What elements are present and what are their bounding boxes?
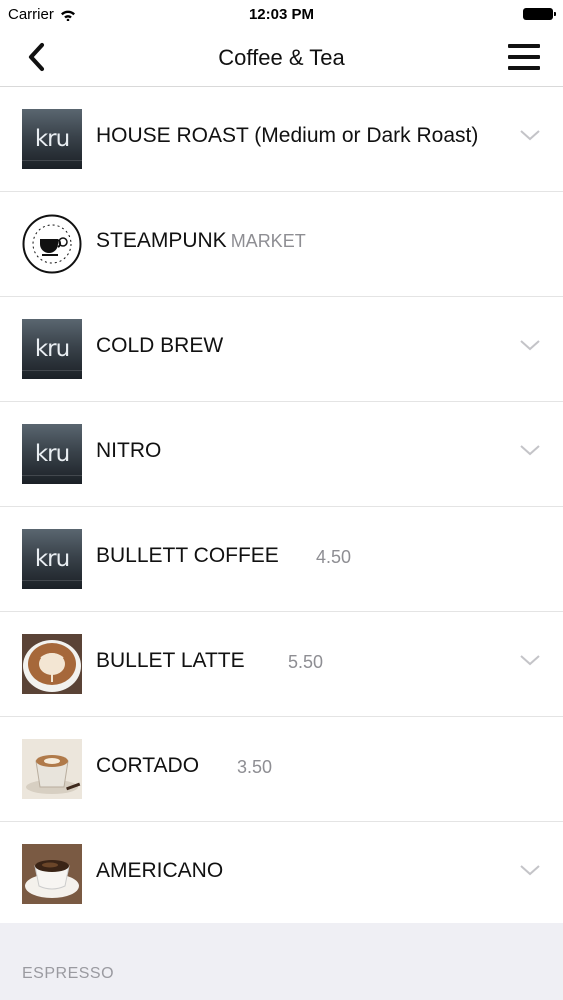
kru-logo-text: kru: [34, 441, 70, 467]
kru-logo-text: kru: [34, 126, 70, 152]
hamburger-icon: [508, 44, 540, 70]
chevron-down-icon[interactable]: [519, 337, 541, 353]
menu-button[interactable]: [507, 42, 541, 72]
chevron-down-icon[interactable]: [519, 127, 541, 143]
list-item[interactable]: kru HOUSE ROAST (Medium or Dark Roast): [0, 87, 563, 192]
page-title: Coffee & Tea: [218, 45, 345, 70]
chevron-down-icon[interactable]: [519, 652, 541, 668]
list-item[interactable]: kru BULLETT COFFEE 4.50: [0, 507, 563, 612]
item-name: HOUSE ROAST (Medium or Dark Roast): [96, 124, 479, 147]
item-name: COLD BREW: [96, 334, 224, 357]
item-name: STEAMPUNK MARKET: [96, 229, 306, 253]
kru-logo-thumbnail: kru: [22, 529, 82, 589]
status-time: 12:03 PM: [248, 6, 315, 23]
item-name: BULLET LATTE: [96, 649, 245, 672]
item-name: CORTADO: [96, 754, 200, 777]
americano-photo: [22, 844, 82, 904]
item-price: 3.50: [237, 757, 273, 777]
chevron-down-icon[interactable]: [519, 862, 541, 878]
kru-logo-thumbnail: kru: [22, 424, 82, 484]
status-bar: Carrier 12:03 PM: [0, 0, 563, 30]
list-item[interactable]: CORTADO 3.50: [0, 717, 563, 822]
kru-logo-text: kru: [34, 546, 70, 572]
item-name-text: STEAMPUNK: [96, 229, 227, 252]
battery-icon: [523, 8, 556, 20]
chevron-down-icon[interactable]: [519, 442, 541, 458]
alpha-dominche-logo: [22, 214, 82, 274]
list-item[interactable]: kru NITRO: [0, 402, 563, 507]
latte-art-photo: [22, 634, 82, 694]
nav-bar: Coffee & Tea: [0, 30, 563, 87]
menu-item-list: kru HOUSE ROAST (Medium or Dark Roast) S…: [0, 87, 563, 927]
item-name: AMERICANO: [96, 859, 224, 882]
alpha-dominche-logo-thumbnail: [22, 214, 82, 274]
kru-logo-thumbnail: kru: [22, 319, 82, 379]
item-subtitle: MARKET: [230, 231, 306, 251]
list-item[interactable]: kru COLD BREW: [0, 297, 563, 402]
item-price: 5.50: [288, 652, 324, 672]
item-price: 4.50: [316, 547, 352, 567]
list-item[interactable]: STEAMPUNK MARKET: [0, 192, 563, 297]
kru-logo-text: kru: [34, 336, 70, 362]
section-header-espresso: ESPRESSO: [0, 923, 563, 1000]
item-name: NITRO: [96, 439, 162, 462]
americano-thumbnail: [22, 844, 82, 904]
list-item[interactable]: AMERICANO: [0, 822, 563, 927]
cortado-thumbnail: [22, 739, 82, 799]
list-item[interactable]: BULLET LATTE 5.50: [0, 612, 563, 717]
section-header-label: ESPRESSO: [22, 965, 115, 982]
cortado-photo: [22, 739, 82, 799]
item-name: BULLETT COFFEE: [96, 544, 279, 567]
kru-logo-thumbnail: kru: [22, 109, 82, 169]
latte-art-thumbnail: [22, 634, 82, 694]
